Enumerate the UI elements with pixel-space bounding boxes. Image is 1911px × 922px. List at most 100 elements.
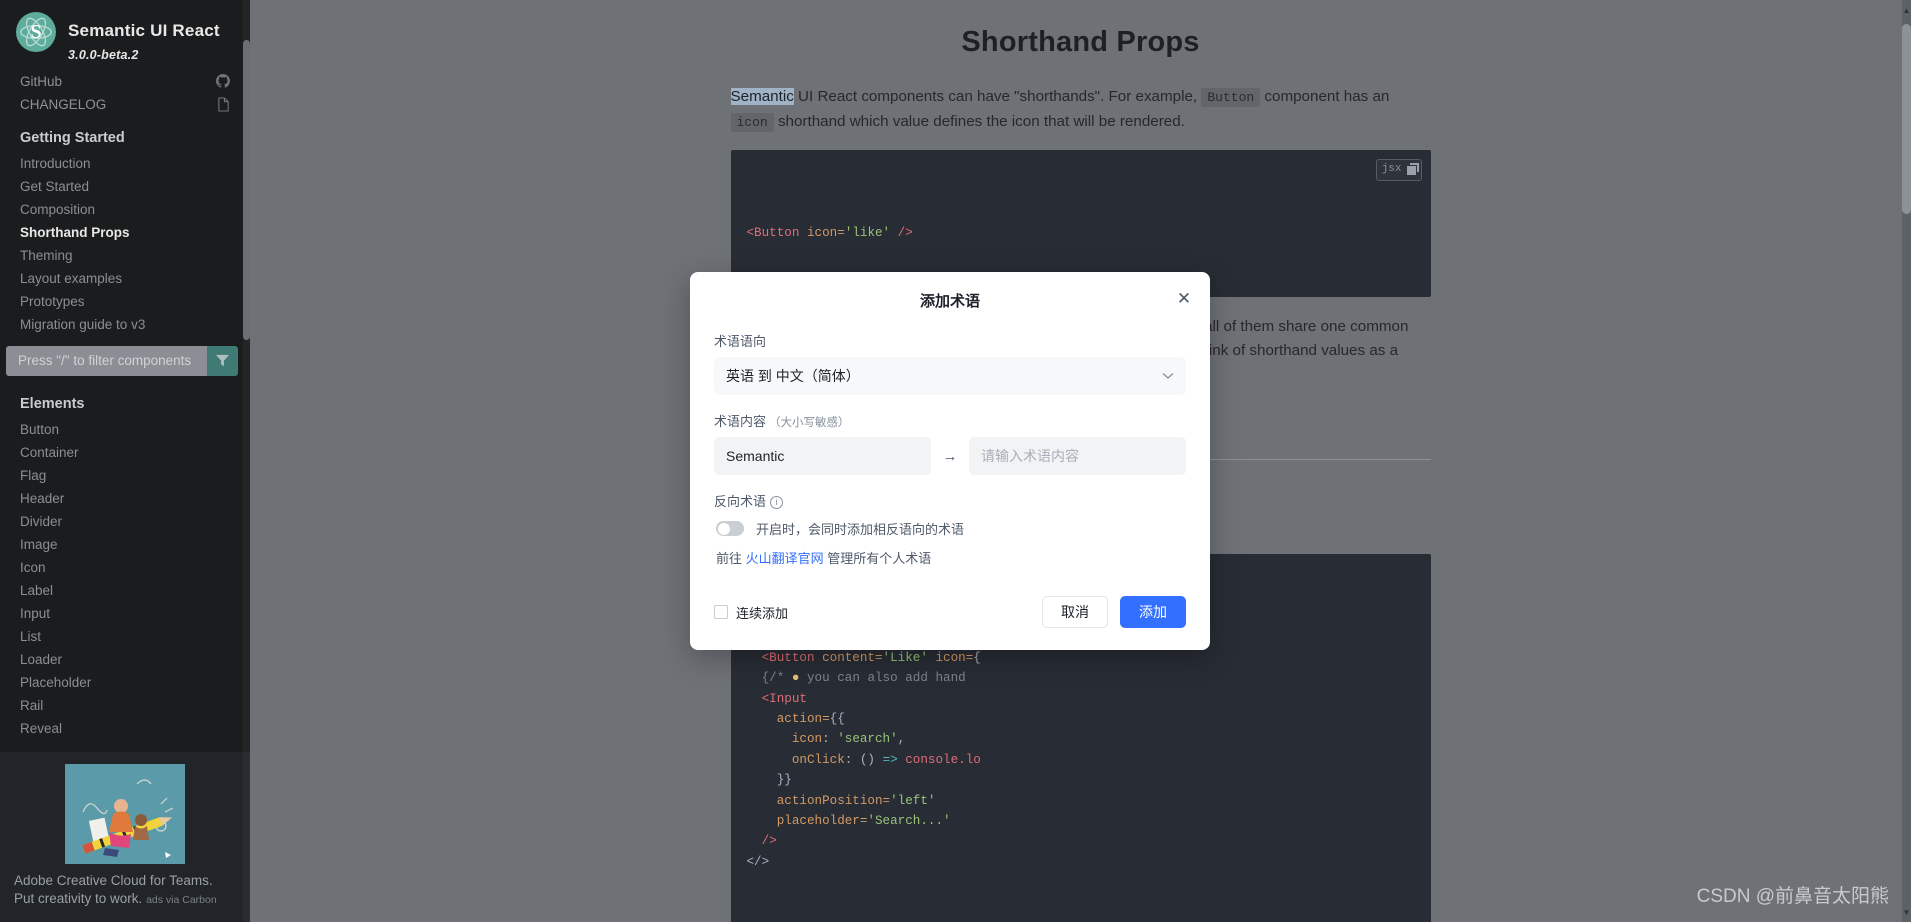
sidebar-item-list[interactable]: List — [0, 625, 250, 648]
filter-button[interactable] — [207, 345, 238, 376]
code-token: </> — [746, 854, 770, 869]
code-lang-badge[interactable]: jsx — [1375, 159, 1422, 182]
code-token: <Input — [746, 691, 807, 706]
term-target-input[interactable] — [969, 437, 1186, 475]
add-term-dialog: 添加术语 ✕ 术语语向 英语 到 中文（简体） 术语内容（大小写敏感） → 反向… — [690, 272, 1210, 650]
sidebar-item-header[interactable]: Header — [0, 487, 250, 510]
continuous-add-checkbox-wrap[interactable]: 连续添加 — [714, 603, 788, 622]
sidebar-scrollbar-thumb[interactable] — [243, 40, 250, 340]
term-label-sub: （大小写敏感） — [769, 417, 850, 429]
sidebar-item-layout-examples[interactable]: Layout examples — [0, 267, 250, 290]
filter-components-input[interactable] — [6, 345, 207, 376]
brand[interactable]: S Semantic UI React 3.0.0-beta.2 — [0, 0, 250, 70]
reverse-term-toggle[interactable] — [716, 521, 744, 536]
ad-text: Adobe Creative Cloud for Teams. Put crea… — [14, 872, 236, 908]
sidebar-link-changelog[interactable]: CHANGELOG — [0, 93, 250, 116]
code-token: <Button — [746, 650, 823, 665]
code-token: => — [882, 752, 906, 767]
add-button[interactable]: 添加 — [1120, 596, 1186, 628]
direction-label: 术语语向 — [714, 334, 767, 349]
code-token: console.lo — [905, 752, 981, 767]
sidebar-item-introduction[interactable]: Introduction — [0, 152, 250, 175]
code-token: /> — [746, 834, 777, 849]
sidebar-item-migration-guide[interactable]: Migration guide to v3 — [0, 313, 250, 336]
chevron-down-icon — [1162, 369, 1174, 383]
intro-part-3: shorthand which value defines the icon t… — [773, 112, 1185, 130]
page-title: Shorthand Props — [961, 26, 1200, 58]
sidebar-heading-elements: Elements — [20, 395, 85, 412]
sidebar-item-prototypes[interactable]: Prototypes — [0, 290, 250, 313]
code-token: onClick — [746, 752, 845, 767]
sidebar-scrollbar[interactable] — [243, 0, 250, 922]
sidebar-item-icon[interactable]: Icon — [0, 556, 250, 579]
sidebar-item-container[interactable]: Container — [0, 441, 250, 464]
code-line: action={{ — [747, 709, 1415, 729]
sidebar-item-rail[interactable]: Rail — [0, 694, 250, 717]
intro-part-2: component has an — [1260, 88, 1390, 105]
code-token: icon= — [927, 650, 974, 665]
page-scrollbar[interactable]: ▲ ▼ — [1902, 0, 1911, 922]
manage-prefix: 前往 — [716, 551, 746, 566]
sidebar-item-image[interactable]: Image — [0, 533, 250, 556]
manage-suffix: 管理所有个人术语 — [823, 551, 932, 566]
code-lines-1: <Button icon='like' /> — [747, 223, 1415, 243]
cancel-button[interactable]: 取消 — [1042, 596, 1108, 628]
sidebar-item-divider[interactable]: Divider — [0, 510, 250, 533]
sidebar-item-theming[interactable]: Theming — [0, 244, 250, 267]
copy-icon[interactable] — [1406, 165, 1416, 175]
code-token: action= — [746, 712, 830, 727]
code-line: </> — [747, 852, 1415, 872]
dialog-footer: 连续添加 取消 添加 — [690, 596, 1210, 650]
term-row: → — [714, 437, 1186, 475]
sidebar-item-placeholder[interactable]: Placeholder — [0, 671, 250, 694]
sidebar-item-loader[interactable]: Loader — [0, 648, 250, 671]
sidebar-item-label[interactable]: Label — [0, 579, 250, 602]
language-direction-select[interactable]: 英语 到 中文（简体） — [714, 357, 1186, 395]
volcano-translate-link[interactable]: 火山翻译官网 — [746, 551, 824, 566]
app-screen: S Semantic UI React 3.0.0-beta.2 GitHub … — [0, 0, 1911, 922]
code-token: actionPosition= — [746, 793, 891, 808]
dialog-buttons: 取消 添加 — [1042, 596, 1186, 628]
selected-text: Semantic — [730, 88, 794, 105]
reverse-label-text: 反向术语 — [714, 494, 767, 509]
sidebar-link-github[interactable]: GitHub — [0, 70, 250, 93]
sidebar-item-get-started[interactable]: Get Started — [0, 175, 250, 198]
code-line: }} — [747, 770, 1415, 790]
scroll-down-arrow-icon[interactable]: ▼ — [1902, 906, 1911, 918]
code-token: 'search' — [837, 732, 898, 747]
logo-letter: S — [30, 21, 42, 43]
code-lang-label: jsx — [1381, 163, 1402, 176]
code-line: icon: 'search', — [747, 729, 1415, 749]
page-scrollbar-thumb[interactable] — [1902, 24, 1911, 214]
sidebar-item-button[interactable]: Button — [0, 418, 250, 441]
inline-code-icon: icon — [730, 112, 774, 132]
sidebar-item-reveal[interactable]: Reveal — [0, 717, 250, 740]
info-icon[interactable]: i — [770, 495, 784, 509]
code-line: /> — [747, 831, 1415, 851]
code-token: }} — [746, 773, 792, 788]
term-label-main: 术语内容 — [714, 414, 767, 429]
code-line: actionPosition='left' — [747, 791, 1415, 811]
close-icon[interactable]: ✕ — [1174, 288, 1194, 308]
term-content-label: 术语内容 （大小写敏感） — [714, 411, 1186, 430]
code-token: : — [844, 752, 860, 767]
sidebar-item-input[interactable]: Input — [0, 602, 250, 625]
code-token: /> — [890, 226, 913, 241]
code-token: 'like' — [844, 226, 891, 241]
language-direction-value: 英语 到 中文（简体） — [726, 368, 860, 384]
continuous-add-checkbox[interactable] — [714, 605, 728, 619]
sidebar-ad[interactable]: Adobe Creative Cloud for Teams. Put crea… — [0, 751, 250, 922]
sidebar-item-shorthand-props[interactable]: Shorthand Props — [0, 221, 250, 244]
code-token: { — [973, 650, 981, 665]
sidebar-item-composition[interactable]: Composition — [0, 198, 250, 221]
code-token: 'left' — [890, 793, 936, 808]
ad-illustration-icon — [65, 763, 185, 864]
scroll-up-arrow-icon[interactable]: ▲ — [1902, 4, 1911, 16]
filter-icon — [215, 355, 230, 367]
toggle-knob — [717, 522, 730, 535]
sidebar-item-flag[interactable]: Flag — [0, 464, 250, 487]
term-source-input[interactable] — [714, 437, 931, 475]
intro-paragraph: Semantic UI React components can have "s… — [730, 85, 1431, 134]
ad-via: ads via Carbon — [146, 893, 217, 906]
file-icon — [217, 97, 230, 112]
